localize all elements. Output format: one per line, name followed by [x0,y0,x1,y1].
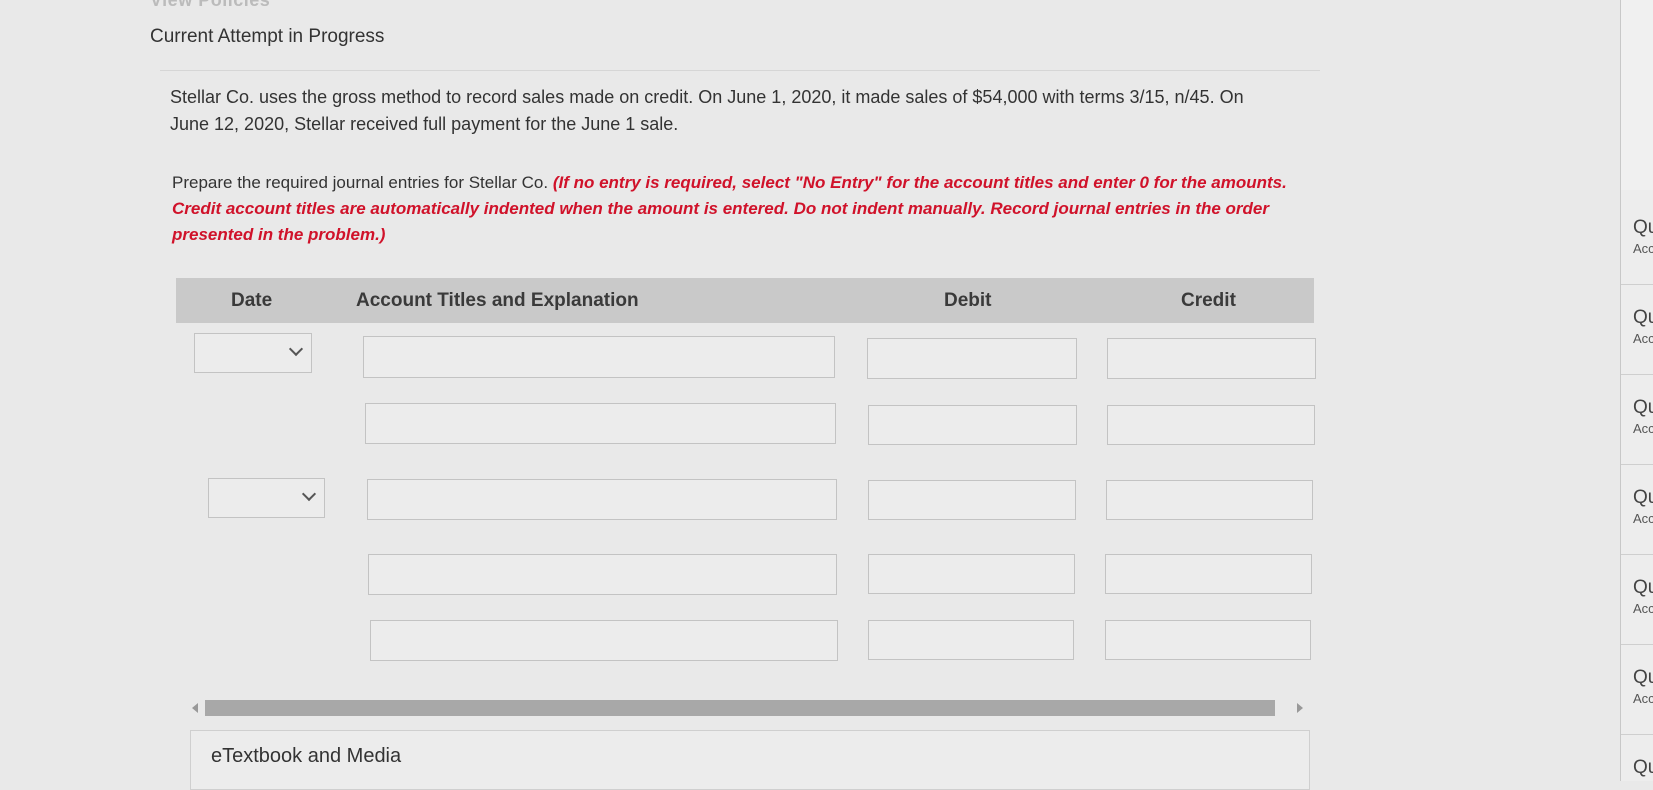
debit-field-row-2[interactable] [868,405,1077,445]
question-label: Qu [1633,217,1653,238]
sidebar-question-item[interactable]: Qu Acc [1621,195,1653,285]
attempt-status-heading: Current Attempt in Progress [150,26,385,47]
divider [160,70,1320,71]
question-label: Qu [1633,397,1653,418]
sidebar-question-item[interactable]: Qu Acc [1621,555,1653,645]
column-date: Date [231,290,273,311]
sidebar-question-item[interactable]: Qu Acc [1621,285,1653,375]
problem-statement: Stellar Co. uses the gross method to rec… [170,84,1320,138]
credit-field-row-5[interactable] [1105,620,1311,660]
debit-field-row-4[interactable] [868,554,1075,594]
date-select-entry-2[interactable] [208,478,325,518]
attempt-label: Acc [1633,331,1653,346]
debit-field-row-1[interactable] [867,338,1077,379]
prepare-text: Prepare the required journal entries for… [172,173,553,192]
journal-table-header: Date Account Titles and Explanation Debi… [176,278,1314,323]
attempt-label: Acc [1633,421,1653,436]
account-title-field-row-2[interactable] [365,403,836,444]
column-credit: Credit [1181,290,1236,311]
debit-field-row-3[interactable] [868,480,1076,520]
account-title-field-row-5[interactable] [370,620,838,661]
date-select-entry-1[interactable] [194,333,312,373]
instructions: Prepare the required journal entries for… [172,170,1322,248]
account-title-field-row-3[interactable] [367,479,837,520]
attempt-label: Acc [1633,511,1653,526]
question-label: Qu [1633,667,1653,688]
sidebar-question-item[interactable]: Qu [1621,735,1653,781]
credit-field-row-2[interactable] [1107,405,1315,445]
question-label: Qu [1633,487,1653,508]
attempt-label: Acc [1633,601,1653,616]
sidebar-question-item[interactable]: Qu Acc [1621,375,1653,465]
view-policies-link[interactable]: View Policies [150,0,270,11]
chevron-down-icon [301,486,317,502]
scroll-right-arrow-icon[interactable] [1297,703,1303,713]
sidebar-question-item[interactable]: Qu Acc [1621,465,1653,555]
question-nav-sidebar: Qu Acc Qu Acc Qu Acc Qu Acc Qu Acc Qu Ac… [1620,0,1653,781]
etextbook-media-panel[interactable]: eTextbook and Media [190,730,1310,790]
account-title-field-row-1[interactable] [363,336,835,378]
credit-field-row-4[interactable] [1105,554,1312,594]
etextbook-media-label: eTextbook and Media [211,745,402,767]
column-account-titles: Account Titles and Explanation [356,290,639,311]
account-title-field-row-4[interactable] [368,554,837,595]
sidebar-top-panel [1621,0,1653,190]
debit-field-row-5[interactable] [868,620,1074,660]
sidebar-question-item[interactable]: Qu Acc [1621,645,1653,735]
problem-line-1: Stellar Co. uses the gross method to rec… [170,87,1244,107]
question-label: Qu [1633,307,1653,328]
credit-field-row-3[interactable] [1106,480,1313,520]
chevron-down-icon [288,341,304,357]
problem-line-2: June 12, 2020, Stellar received full pay… [170,114,679,134]
main-content: View Policies Current Attempt in Progres… [0,0,1620,790]
column-debit: Debit [944,290,992,311]
question-label: Qu [1633,577,1653,598]
horizontal-scrollbar[interactable] [205,700,1275,716]
question-label: Qu [1633,757,1653,778]
attempt-label: Acc [1633,691,1653,706]
credit-field-row-1[interactable] [1107,338,1316,379]
attempt-label: Acc [1633,241,1653,256]
scroll-left-arrow-icon[interactable] [192,703,198,713]
